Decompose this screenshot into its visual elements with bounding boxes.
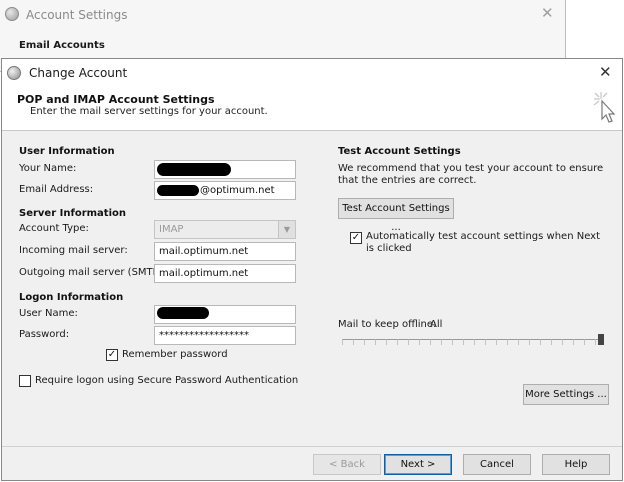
more-settings-button[interactable]: More Settings ... (523, 384, 609, 405)
header-subtitle: Enter the mail server settings for your … (30, 106, 268, 117)
test-settings-description: We recommend that you test your account … (338, 163, 604, 186)
auto-test-checkbox[interactable]: ✓ (350, 232, 362, 244)
email-accounts-heading: Email Accounts (19, 40, 105, 51)
mail-offline-label: Mail to keep offline: (338, 319, 437, 330)
your-name-input[interactable] (154, 160, 296, 179)
cancel-button[interactable]: Cancel (463, 454, 531, 475)
logon-information-heading: Logon Information (19, 292, 124, 303)
help-button[interactable]: Help (542, 454, 610, 475)
background-window-title: Account Settings (26, 8, 128, 22)
auto-test-label: Automatically test account settings when… (366, 231, 601, 254)
change-account-dialog: Change Account ✕ POP and IMAP Account Se… (1, 58, 623, 481)
user-name-label: User Name: (19, 308, 78, 319)
outgoing-server-input[interactable]: mail.optimum.net (154, 264, 296, 283)
redacted-name (157, 163, 231, 176)
password-input[interactable]: ****************** (154, 326, 296, 345)
offline-slider-thumb[interactable] (598, 334, 604, 345)
email-address-input[interactable]: @optimum.net (154, 181, 296, 200)
user-information-heading: User Information (19, 146, 115, 157)
test-account-settings-button[interactable]: Test Account Settings ... (338, 198, 454, 233)
server-information-heading: Server Information (19, 208, 126, 219)
spa-label: Require logon using Secure Password Auth… (35, 375, 299, 386)
close-icon[interactable]: ✕ (599, 63, 612, 81)
your-name-label: Your Name: (19, 163, 77, 174)
dialog-header: POP and IMAP Account Settings Enter the … (2, 87, 622, 131)
account-type-value: IMAP (159, 224, 184, 235)
email-domain-text: @optimum.net (200, 185, 275, 196)
redacted-username (157, 307, 209, 319)
dropdown-arrow-icon[interactable]: ▼ (278, 221, 295, 238)
header-title: POP and IMAP Account Settings (17, 93, 215, 106)
redacted-email-user (157, 185, 199, 196)
title-bar: Change Account ✕ (2, 59, 622, 87)
account-type-select[interactable]: IMAP ▼ (154, 220, 296, 239)
email-address-label: Email Address: (19, 184, 94, 195)
dialog-title: Change Account (29, 66, 128, 80)
user-name-input[interactable] (154, 305, 296, 324)
account-type-label: Account Type: (19, 223, 89, 234)
password-label: Password: (19, 329, 70, 340)
mail-offline-value: All (430, 319, 443, 330)
spa-checkbox[interactable] (19, 375, 31, 387)
background-close-icon[interactable]: ✕ (541, 4, 554, 22)
remember-password-label: Remember password (122, 349, 228, 360)
back-button[interactable]: < Back (313, 454, 381, 475)
remember-password-checkbox[interactable]: ✓ (106, 349, 118, 361)
incoming-server-input[interactable]: mail.optimum.net (154, 242, 296, 261)
next-button[interactable]: Next > (384, 454, 452, 475)
footer-divider (2, 446, 622, 447)
change-account-globe-icon (7, 66, 21, 80)
incoming-server-label: Incoming mail server: (19, 245, 128, 256)
account-settings-globe-icon (5, 7, 19, 21)
test-account-settings-heading: Test Account Settings (338, 146, 461, 157)
outgoing-server-label: Outgoing mail server (SMTP): (19, 267, 166, 278)
cursor-sparkle-icon (593, 92, 616, 123)
offline-slider-ticks (342, 339, 604, 345)
